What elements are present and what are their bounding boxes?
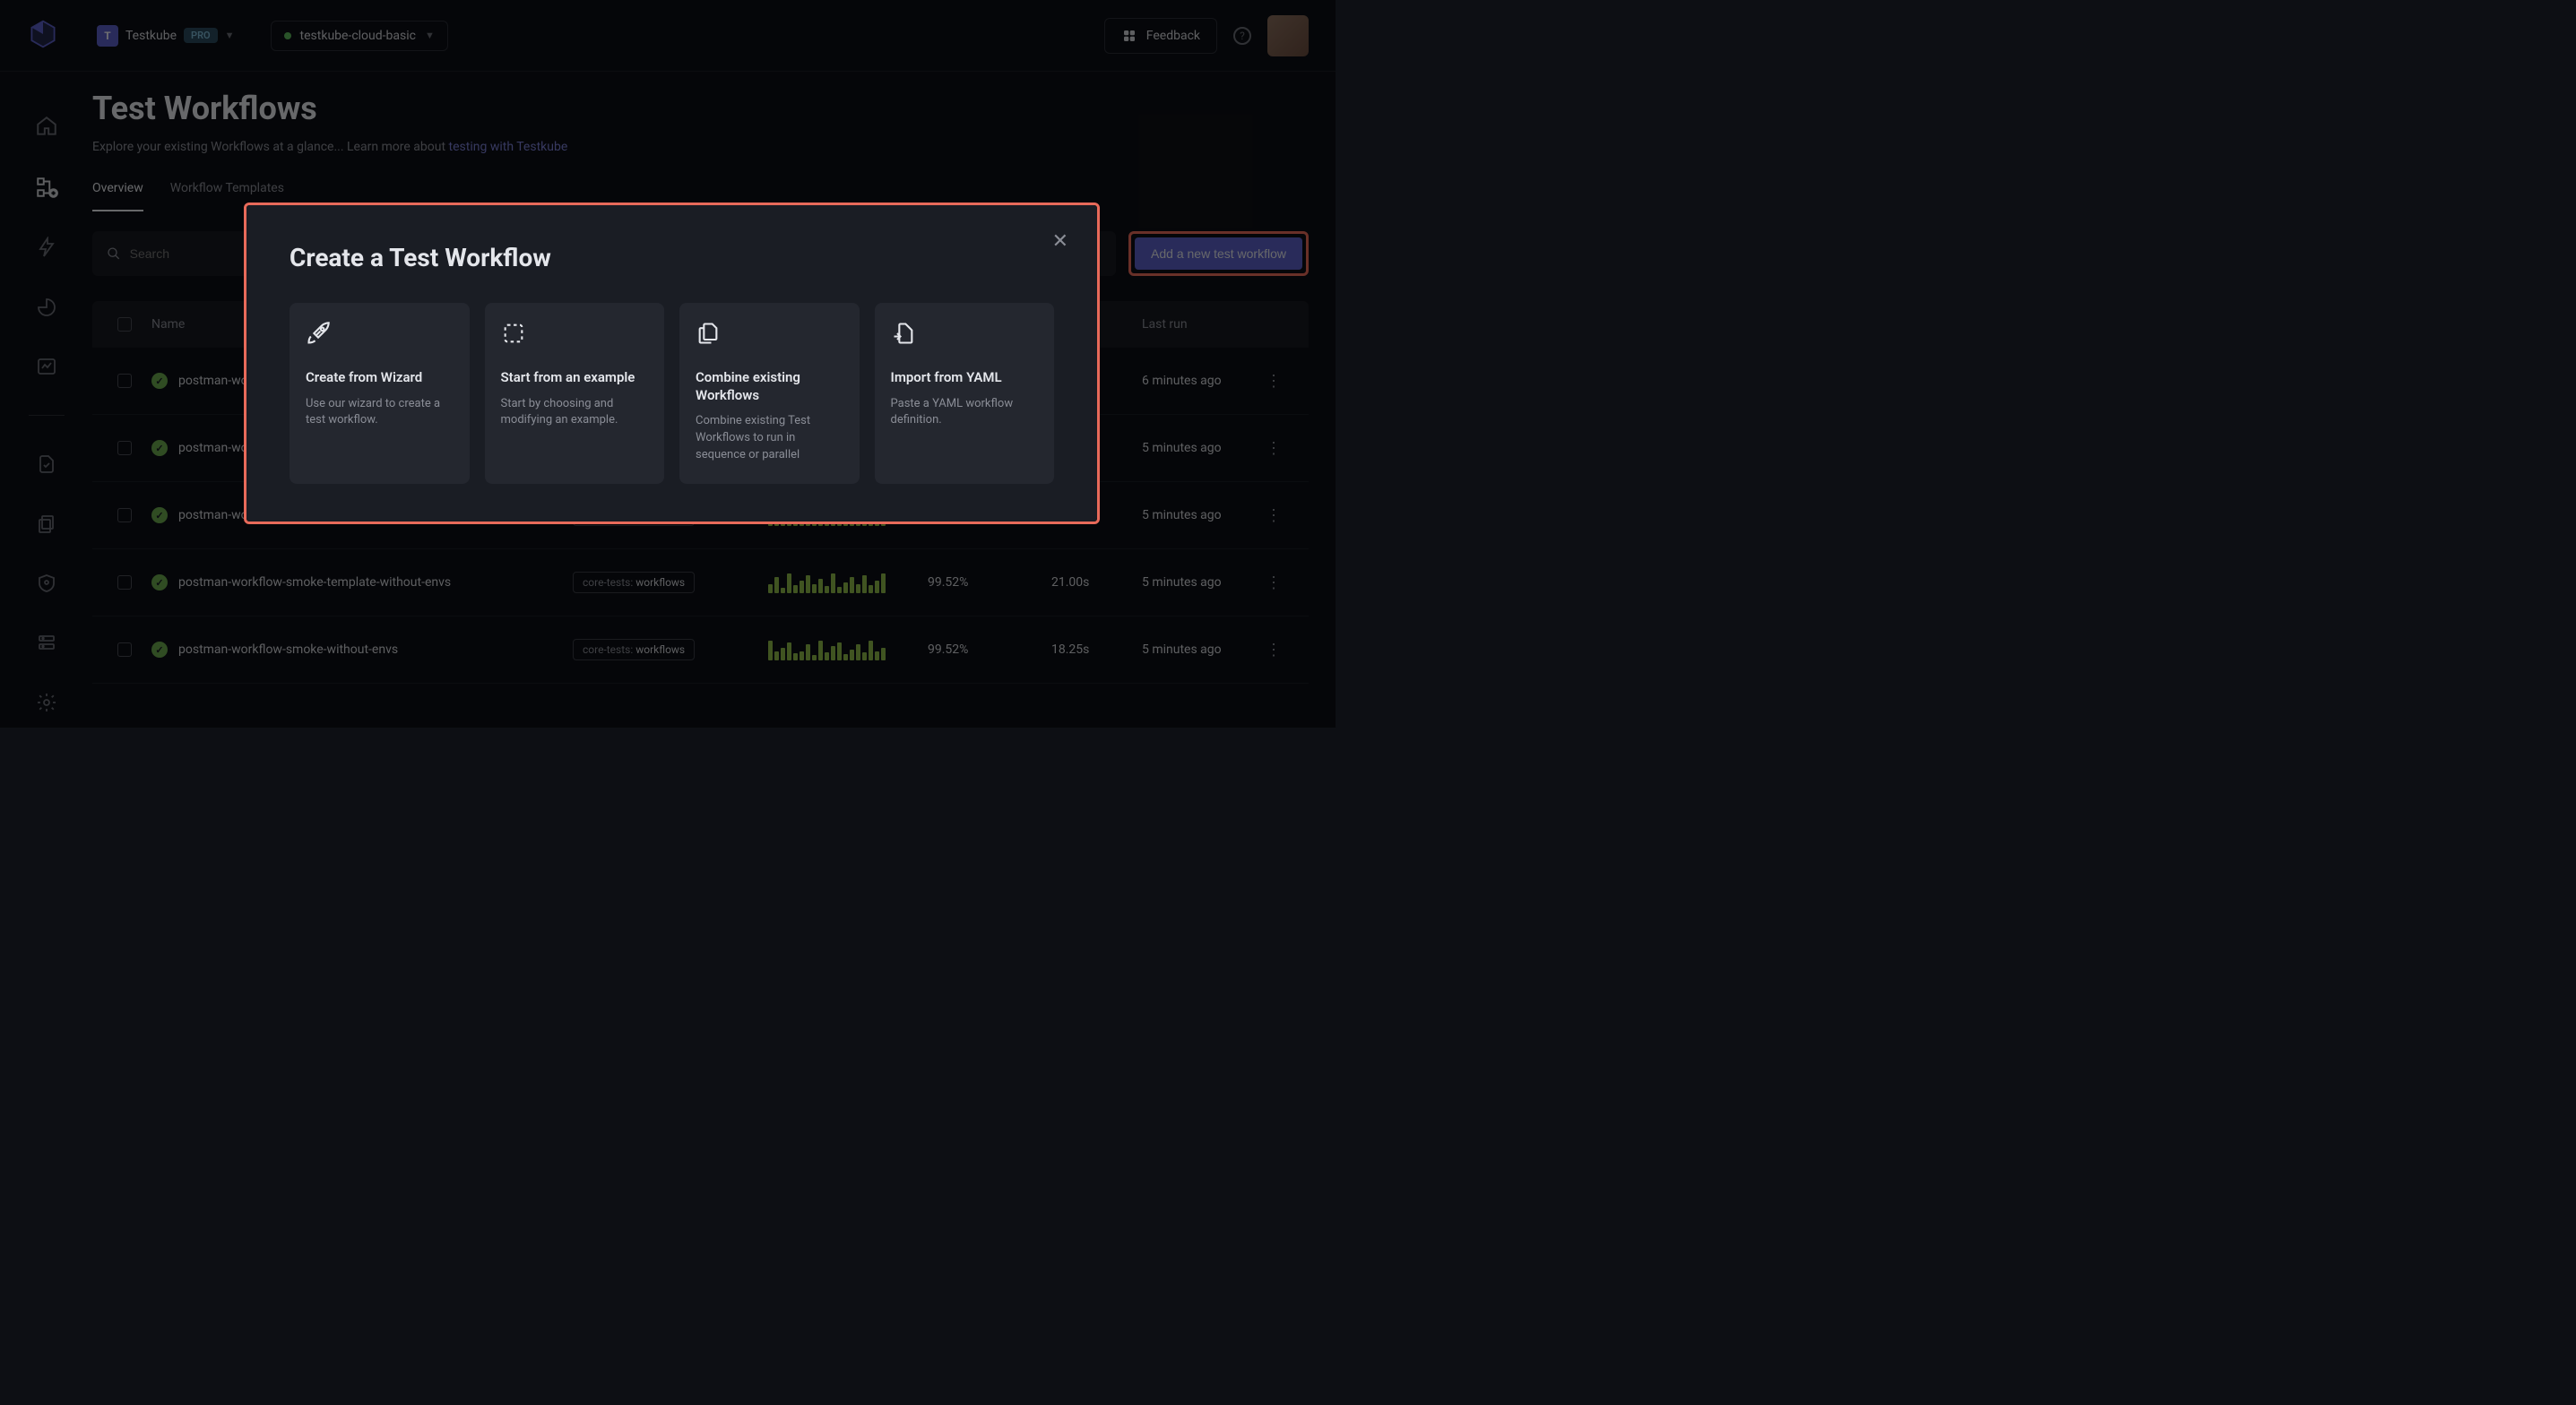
card-wizard[interactable]: Create from Wizard Use our wizard to cre… — [290, 303, 470, 484]
documents-icon — [696, 321, 721, 346]
close-icon[interactable]: ✕ — [1052, 230, 1068, 253]
card-desc: Combine existing Test Workflows to run i… — [696, 413, 843, 464]
modal-card-grid: Create from Wizard Use our wizard to cre… — [290, 303, 1054, 484]
card-example[interactable]: Start from an example Start by choosing … — [485, 303, 665, 484]
card-yaml[interactable]: Import from YAML Paste a YAML workflow d… — [875, 303, 1055, 484]
card-title: Combine existing Workflows — [696, 369, 843, 404]
modal-title: Create a Test Workflow — [290, 243, 1054, 272]
card-combine[interactable]: Combine existing Workflows Combine exist… — [679, 303, 860, 484]
card-title: Import from YAML — [891, 369, 1039, 387]
card-title: Create from Wizard — [306, 369, 454, 387]
rocket-icon — [306, 321, 331, 346]
card-desc: Start by choosing and modifying an examp… — [501, 396, 649, 430]
card-desc: Use our wizard to create a test workflow… — [306, 396, 454, 430]
select-icon — [501, 321, 526, 346]
card-title: Start from an example — [501, 369, 649, 387]
modal-highlight: ✕ Create a Test Workflow Create from Wiz… — [244, 203, 1100, 524]
import-icon — [891, 321, 916, 346]
card-desc: Paste a YAML workflow definition. — [891, 396, 1039, 430]
create-workflow-modal: ✕ Create a Test Workflow Create from Wiz… — [246, 205, 1097, 521]
